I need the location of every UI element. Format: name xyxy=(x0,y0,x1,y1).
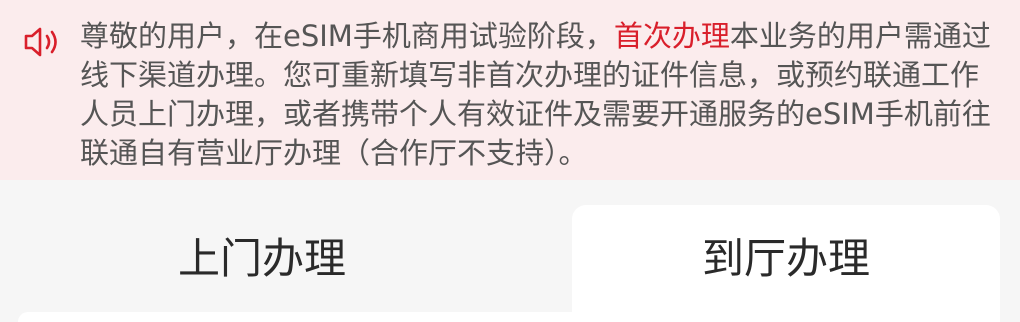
notice-highlight: 首次办理 xyxy=(613,19,730,53)
notice-banner: 尊敬的用户，在eSIM手机商用试验阶段，首次办理本业务的用户需通过线下渠道办理。… xyxy=(0,0,1020,180)
notice-text-part1: 尊敬的用户，在eSIM手机商用试验阶段， xyxy=(80,19,614,53)
tab-home-service-label: 上门办理 xyxy=(177,234,346,283)
speaker-icon xyxy=(24,27,57,57)
handling-method-tabs: 上门办理 到厅办理 xyxy=(0,205,1020,322)
tab-store-service[interactable]: 到厅办理 xyxy=(572,205,1000,322)
notice-text: 尊敬的用户，在eSIM手机商用试验阶段，首次办理本业务的用户需通过线下渠道办理。… xyxy=(80,17,1000,173)
tab-home-service[interactable]: 上门办理 xyxy=(0,205,524,322)
tab-store-service-label: 到厅办理 xyxy=(701,234,870,283)
tab-content-panel xyxy=(18,312,1000,322)
